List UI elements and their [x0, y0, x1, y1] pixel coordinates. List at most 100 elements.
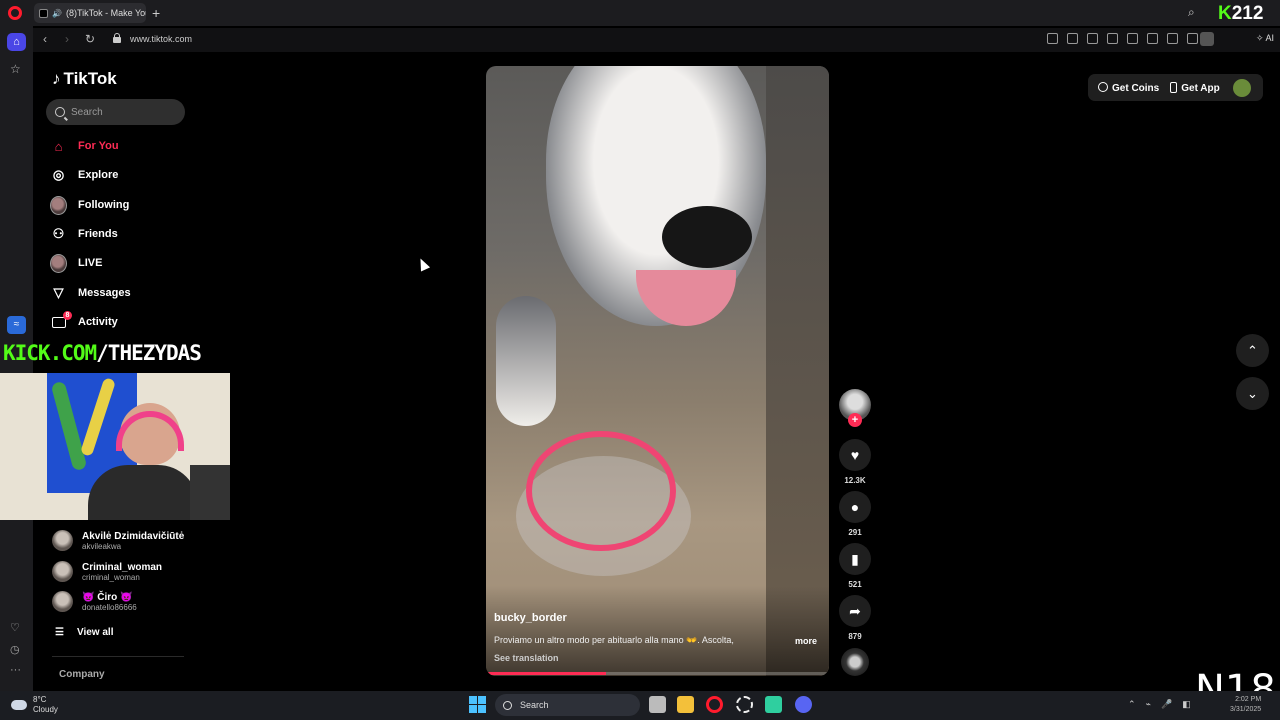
- company-link[interactable]: Company: [59, 669, 105, 680]
- file-explorer-icon[interactable]: [677, 696, 694, 713]
- nav-messages[interactable]: ▽ Messages: [50, 282, 131, 304]
- speaker-icon[interactable]: 🔊: [52, 9, 62, 18]
- previous-video-button[interactable]: ⌃: [1236, 334, 1269, 367]
- account-name: Criminal_woman: [82, 561, 163, 573]
- list-icon: ☰: [55, 627, 64, 638]
- new-tab-button[interactable]: +: [152, 5, 160, 21]
- search-bar[interactable]: [46, 99, 185, 125]
- forward-icon[interactable]: ›: [65, 32, 69, 46]
- back-icon[interactable]: ‹: [43, 32, 47, 46]
- star-icon[interactable]: ☆: [10, 62, 21, 76]
- camera-icon[interactable]: [1067, 33, 1078, 44]
- following-account[interactable]: 👿 Čiro 👿 donatello86666: [52, 591, 137, 612]
- tiktok-favicon-icon: [39, 8, 48, 18]
- nav-for-you[interactable]: ⌂ For You: [50, 135, 119, 157]
- comment-button[interactable]: ●: [839, 491, 871, 523]
- discord-icon[interactable]: [795, 696, 812, 713]
- obs-icon[interactable]: [736, 696, 753, 713]
- download-icon[interactable]: [1167, 33, 1178, 44]
- video-player[interactable]: bucky_border Proviamo un altro modo per …: [486, 66, 829, 676]
- save-count: 521: [848, 580, 862, 589]
- video-caption: Proviamo un altro modo per abituarlo all…: [494, 635, 734, 645]
- next-video-button[interactable]: ⌄: [1236, 377, 1269, 410]
- kick-k-icon: K: [1218, 3, 1232, 24]
- toolbar-icons: [1047, 33, 1198, 44]
- opera-icon[interactable]: [706, 696, 723, 713]
- nav-label: LIVE: [78, 257, 103, 269]
- edit-icon[interactable]: [1047, 33, 1058, 44]
- kick-suffix: /THEZYDAS: [96, 341, 202, 365]
- opera-logo-icon[interactable]: [8, 6, 22, 20]
- more-icon[interactable]: ···: [10, 664, 21, 676]
- heart-icon[interactable]: [1147, 33, 1158, 44]
- like-count: 12.3K: [844, 476, 866, 485]
- following-account[interactable]: Akvilė Dzimidavičiūtė akvileakwa: [52, 530, 184, 551]
- reload-icon[interactable]: ↻: [85, 32, 95, 46]
- divider: [52, 656, 184, 657]
- get-coins-button[interactable]: Get Coins: [1098, 81, 1159, 94]
- nav-live[interactable]: LIVE: [50, 252, 102, 274]
- heart-icon[interactable]: ♡: [10, 621, 20, 634]
- view-all-label: View all: [76, 627, 114, 638]
- see-translation-link[interactable]: See translation: [494, 653, 559, 663]
- history-icon[interactable]: ◷: [10, 643, 20, 656]
- music-disc-icon[interactable]: [841, 648, 869, 676]
- video-progress-fill: [486, 672, 607, 675]
- chevron-up-icon[interactable]: ⌃: [1128, 699, 1136, 710]
- nav-label: Explore: [78, 169, 119, 181]
- following-account[interactable]: Criminal_woman criminal_woman: [52, 561, 162, 582]
- play-icon[interactable]: [1127, 33, 1138, 44]
- account-name: 👿 Čiro 👿: [82, 591, 133, 603]
- url-field[interactable]: www.tiktok.com: [130, 34, 192, 44]
- microphone-icon[interactable]: 🎤: [1161, 699, 1172, 710]
- like-button[interactable]: ♥: [839, 439, 871, 471]
- windows-taskbar: 8°C Cloudy Search ⌃ ⌁ 🎤 ◧ 2:02 PM 3/31/2…: [0, 691, 1280, 720]
- get-app-button[interactable]: Get App: [1170, 81, 1220, 94]
- compass-icon: ◎: [52, 167, 65, 182]
- network-icon[interactable]: ⌁: [1146, 699, 1151, 710]
- save-button[interactable]: ▮: [839, 543, 871, 575]
- nav-friends[interactable]: ⚇ Friends: [50, 223, 118, 245]
- lock-icon[interactable]: [113, 33, 121, 43]
- counter-value: 212: [1231, 3, 1264, 24]
- nav-activity[interactable]: 8 Activity: [50, 310, 118, 333]
- mouse-cursor-icon: [415, 256, 431, 272]
- taskbar-search[interactable]: Search: [495, 694, 640, 716]
- speaker-icon[interactable]: ◧: [1182, 699, 1191, 710]
- nav-label: Following: [78, 199, 130, 211]
- view-all-button[interactable]: ☰ View all: [55, 627, 113, 638]
- profile-icon[interactable]: [1200, 32, 1214, 46]
- search-input[interactable]: [71, 106, 166, 118]
- share-button[interactable]: ➦: [839, 595, 871, 627]
- nav-explore[interactable]: ◎ Explore: [50, 164, 119, 186]
- address-bar: ‹ › ↻ www.tiktok.com ✧ AI: [33, 28, 1280, 52]
- account-handle: donatello86666: [82, 602, 137, 612]
- home-icon[interactable]: ⌂: [7, 33, 26, 51]
- avatar: [52, 530, 73, 551]
- clock[interactable]: 2:02 PM 3/31/2025: [1230, 695, 1261, 715]
- chevron-up-icon: ⌃: [1247, 342, 1258, 358]
- menu-icon[interactable]: [1187, 33, 1198, 44]
- vpn-icon[interactable]: [1107, 33, 1118, 44]
- comment-icon: ●: [850, 499, 860, 515]
- browser-tab[interactable]: 🔊 (8)TikTok - Make Your ×: [34, 3, 146, 23]
- phone-icon: [1170, 81, 1178, 93]
- video-progress-bar[interactable]: [486, 672, 829, 675]
- app-icon[interactable]: [765, 696, 782, 713]
- weather-widget[interactable]: 8°C Cloudy: [11, 695, 58, 715]
- taskbar-search-label: Search: [520, 700, 549, 710]
- following-avatar-icon: [50, 195, 67, 215]
- task-view-icon[interactable]: [649, 696, 666, 713]
- follow-plus-icon[interactable]: +: [848, 413, 862, 427]
- start-button[interactable]: [469, 696, 486, 713]
- user-avatar[interactable]: [1233, 78, 1251, 97]
- nav-label: Activity: [78, 316, 118, 328]
- tiktok-logo[interactable]: ♪ TikTok: [52, 69, 117, 89]
- tab-search-icon[interactable]: ⌕: [1188, 5, 1195, 20]
- shield-icon[interactable]: [1087, 33, 1098, 44]
- video-author[interactable]: bucky_border: [494, 612, 567, 624]
- nav-following[interactable]: Following: [50, 194, 129, 216]
- aria-ai-button[interactable]: ✧ AI: [1256, 33, 1274, 44]
- more-button[interactable]: more: [795, 636, 817, 646]
- messenger-icon[interactable]: ≈: [7, 316, 26, 334]
